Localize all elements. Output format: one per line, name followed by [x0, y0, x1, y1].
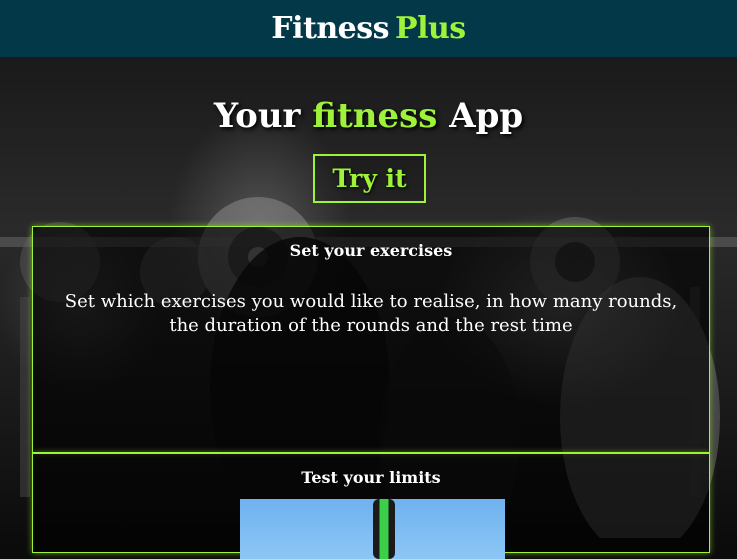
headline-post: App	[449, 96, 524, 136]
brand-logo[interactable]: Fitness Plus	[271, 11, 466, 46]
athlete-figure	[373, 499, 395, 559]
card-image	[240, 499, 505, 559]
hero-headline: Your fitness App	[0, 96, 737, 136]
top-navbar: Fitness Plus	[0, 0, 737, 57]
brand-accent-text: Plus	[395, 11, 466, 46]
card-title: Test your limits	[301, 468, 441, 487]
feature-card-limits: Test your limits	[32, 453, 710, 559]
headline-accent: fitness	[312, 96, 438, 136]
feature-card-exercises: Set your exercises Set which exercises y…	[32, 226, 710, 453]
brand-main-text: Fitness	[271, 11, 390, 46]
card-title: Set your exercises	[289, 241, 453, 260]
try-it-button[interactable]: Try it	[313, 154, 426, 203]
card-description: Set which exercises you would like to re…	[64, 291, 678, 336]
headline-pre: Your	[213, 96, 301, 136]
